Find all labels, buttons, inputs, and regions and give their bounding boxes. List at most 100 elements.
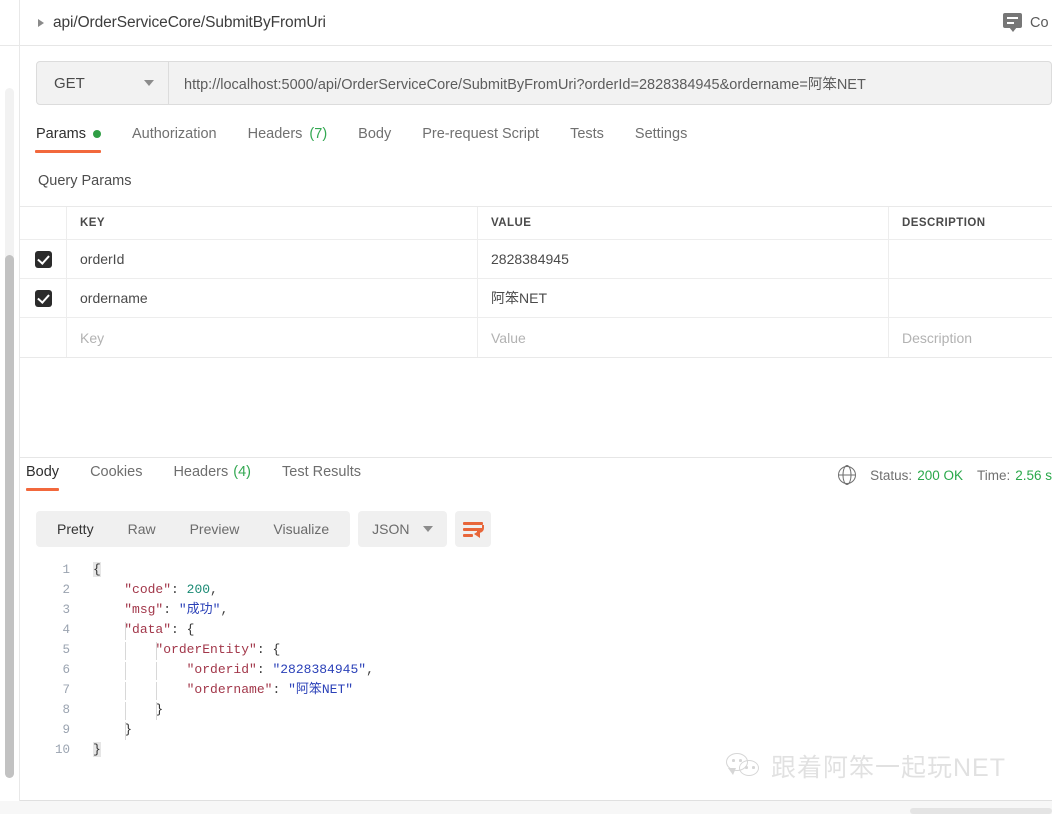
code-line-text: } [70, 720, 132, 740]
new-param-value-placeholder: Value [491, 329, 526, 346]
token-punct: : [163, 602, 179, 617]
response-tab-label: Cookies [90, 464, 143, 480]
response-tab-cookies[interactable]: Cookies [90, 464, 142, 491]
code-line-text: { [70, 560, 101, 580]
param-value-text: 阿笨NET [491, 290, 547, 306]
code-line: 1{ [36, 560, 1036, 580]
request-tab-label: Body [358, 126, 392, 142]
line-number: 1 [62, 563, 70, 577]
response-tabs: Body Cookies Headers (4) Test Results [26, 464, 392, 491]
request-tab-label: Headers [247, 126, 303, 142]
word-wrap-icon[interactable] [454, 511, 491, 547]
request-tab-label: Authorization [131, 126, 217, 142]
token-punct [93, 602, 124, 617]
token-brace: } [93, 742, 101, 757]
postman-window: api/OrderServiceCore/SubmitByFromUri Co … [0, 0, 1052, 814]
param-enabled-checkbox[interactable] [34, 250, 52, 268]
code-line-text: } [70, 700, 163, 720]
code-line-text: } [70, 740, 101, 760]
new-param-key-input[interactable]: Key [67, 318, 478, 357]
indent-guide [125, 682, 126, 700]
code-line-text: "data": { [70, 620, 194, 640]
request-tab-label: Settings [634, 126, 688, 142]
response-format-label: JSON [372, 521, 410, 537]
column-header-key: KEY [67, 207, 478, 239]
line-number: 8 [62, 703, 70, 717]
code-line: 2 "code": 200, [36, 580, 1036, 600]
token-brace: { [272, 642, 281, 657]
token-key: "orderEntity" [155, 642, 257, 657]
request-tab-headers[interactable]: Headers (7) [248, 126, 346, 153]
param-description-input[interactable] [889, 240, 1052, 278]
token-brace: { [93, 562, 101, 577]
param-key-input[interactable]: orderId [67, 240, 478, 278]
code-line: 3 "msg": "成功", [36, 600, 1036, 620]
param-key-text: ordername [80, 290, 148, 306]
view-mode-pretty[interactable]: Pretty [40, 511, 111, 547]
param-value-input[interactable]: 2828384945 [478, 240, 889, 278]
response-tab-label: Headers [173, 464, 229, 480]
chevron-right-icon[interactable] [38, 18, 44, 27]
query-params-table: KEY VALUE DESCRIPTION orderId 2828384945 orde… [20, 206, 1052, 358]
view-mode-raw[interactable]: Raw [111, 511, 173, 547]
token-punct: : [256, 642, 273, 657]
line-number: 4 [62, 623, 70, 637]
param-description-input[interactable] [889, 279, 1052, 317]
request-tab-authorization[interactable]: Authorization [132, 126, 235, 153]
param-key-text: orderId [80, 251, 125, 267]
response-body-viewer[interactable]: 1{2 "code": 200, 3 "msg": "成功", 4 "data": … [36, 560, 1036, 775]
code-line-text: "ordername": "阿笨NET" [70, 680, 353, 700]
view-mode-visualize[interactable]: Visualize [256, 511, 346, 547]
response-tab-label: Body [26, 464, 60, 480]
response-tab-count: (4) [233, 464, 251, 480]
param-key-input[interactable]: ordername [67, 279, 478, 317]
token-punct: : [171, 622, 187, 637]
new-param-key-placeholder: Key [80, 329, 105, 346]
column-header-description: DESCRIPTION [902, 217, 986, 229]
request-tab-params[interactable]: Params [35, 126, 119, 153]
line-number: 3 [62, 603, 70, 617]
response-tab-headers[interactable]: Headers (4) [173, 464, 251, 491]
token-punct [93, 722, 124, 737]
vertical-scrollbar-thumb[interactable] [5, 255, 14, 778]
http-method-selector[interactable]: GET [36, 61, 169, 105]
table-row: orderId 2828384945 [20, 240, 1052, 279]
indent-guide [156, 682, 157, 700]
indent-guide [156, 702, 157, 720]
horizontal-scrollbar-thumb[interactable] [910, 808, 1052, 814]
request-tab-tests[interactable]: Tests [570, 126, 622, 153]
token-str: "2828384945" [272, 662, 367, 677]
comment-icon[interactable] [1003, 13, 1022, 32]
request-tab-settings[interactable]: Settings [635, 126, 705, 153]
line-number: 10 [54, 743, 70, 757]
request-tab-pre-request-script[interactable]: Pre-request Script [422, 126, 557, 153]
response-tab-body[interactable]: Body [26, 464, 60, 491]
response-format-selector[interactable]: JSON [358, 511, 447, 547]
token-str: "阿笨NET" [288, 682, 354, 697]
token-num: 200 [186, 582, 211, 597]
row-checkbox-cell [20, 279, 67, 317]
indent-guide [125, 722, 126, 740]
code-line: 9 } [36, 720, 1036, 740]
token-key: "data" [124, 622, 172, 637]
token-key: "msg" [124, 602, 164, 617]
row-checkbox-cell [20, 240, 67, 278]
response-tab-test-results[interactable]: Test Results [282, 464, 361, 491]
param-value-input[interactable]: 阿笨NET [478, 279, 889, 317]
param-value-text: 2828384945 [491, 251, 569, 267]
view-mode-preview[interactable]: Preview [173, 511, 257, 547]
new-param-description-input[interactable]: Description [889, 318, 1052, 357]
comments-label[interactable]: Co [1030, 15, 1052, 31]
indent-guide [156, 642, 157, 660]
line-number: 2 [62, 583, 70, 597]
request-tab-body[interactable]: Body [358, 126, 409, 153]
code-line: 5 "orderEntity": { [36, 640, 1036, 660]
param-enabled-checkbox[interactable] [34, 289, 52, 307]
globe-icon[interactable] [838, 466, 857, 484]
url-input[interactable]: http://localhost:5000/api/OrderServiceCo… [169, 61, 1052, 105]
time-value: 2.56 s [1015, 467, 1052, 483]
token-punct [93, 662, 187, 677]
token-punct [93, 622, 124, 637]
token-punct: : [171, 582, 187, 597]
new-param-value-input[interactable]: Value [478, 318, 889, 357]
